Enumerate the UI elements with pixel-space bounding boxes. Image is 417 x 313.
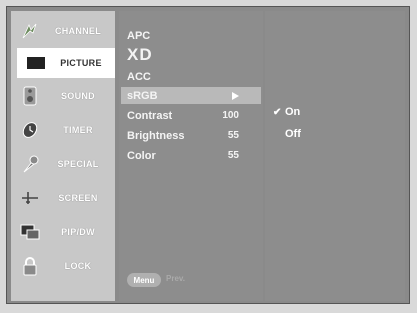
menu-button[interactable]: Menu	[127, 273, 161, 287]
menu-item-xd[interactable]: XD	[127, 45, 257, 65]
special-icon	[19, 154, 41, 174]
menu-item-label: XD	[127, 45, 153, 64]
menu-item-contrast[interactable]: Contrast 100	[127, 107, 257, 124]
menu-item-acc[interactable]: ACC	[127, 68, 257, 85]
menu-item-value: 100	[222, 110, 239, 121]
menu-item-label: Contrast	[127, 109, 173, 122]
channel-icon	[19, 21, 41, 41]
sidebar-item-sound[interactable]: SOUND	[11, 81, 115, 111]
sidebar-item-label: PIP/DW	[61, 227, 95, 237]
sidebar-item-label: SOUND	[60, 91, 95, 101]
menu-item-label: APC	[127, 29, 151, 42]
option-on[interactable]: ✔ On	[273, 104, 393, 120]
sidebar-item-screen[interactable]: SCREEN	[11, 183, 115, 213]
menu-item-label: Color	[127, 149, 156, 162]
option-label: On	[285, 106, 301, 118]
tv-menu-screen: CHANNEL PICTURE SOUND TIMER SPECIAL SCRE…	[6, 6, 410, 304]
sidebar-item-label: TIMER	[63, 125, 93, 135]
sidebar-item-timer[interactable]: TIMER	[11, 115, 115, 145]
sidebar: CHANNEL PICTURE SOUND TIMER SPECIAL SCRE…	[11, 11, 115, 301]
arrow-right-icon	[232, 92, 239, 100]
timer-icon	[19, 120, 41, 140]
sound-icon	[19, 86, 41, 106]
pip-icon	[19, 222, 41, 242]
sidebar-item-pipdw[interactable]: PIP/DW	[11, 217, 115, 247]
picture-icon	[25, 53, 47, 73]
sidebar-item-label: SCREEN	[58, 193, 98, 203]
option-label: Off	[285, 128, 301, 140]
sidebar-item-special[interactable]: SPECIAL	[11, 149, 115, 179]
footer-hint: Prev.	[166, 274, 185, 283]
menu-item-value: 55	[227, 150, 239, 161]
menu-item-label: Brightness	[127, 129, 185, 142]
option-off[interactable]: Off	[273, 126, 393, 142]
menu-item-brightness[interactable]: Brightness 55	[127, 127, 257, 144]
check-icon: ✔	[273, 106, 282, 118]
srgb-submenu: ✔ On Off	[265, 11, 405, 301]
menu-item-apc[interactable]: APC	[127, 27, 257, 44]
sidebar-item-label: CHANNEL	[54, 26, 102, 36]
screen-icon	[19, 188, 41, 208]
picture-menu: APC XD ACC sRGB Contrast 100 Brightness …	[119, 11, 263, 301]
sidebar-item-label: SPECIAL	[57, 159, 99, 169]
sidebar-item-picture[interactable]: PICTURE	[17, 48, 115, 78]
sidebar-item-channel[interactable]: CHANNEL	[11, 16, 115, 46]
menu-item-label: ACC	[127, 70, 151, 83]
lock-icon	[19, 256, 41, 276]
menu-item-label: sRGB	[127, 89, 158, 102]
sidebar-item-label: PICTURE	[60, 58, 102, 68]
menu-item-srgb[interactable]: sRGB	[121, 87, 261, 104]
sidebar-item-lock[interactable]: LOCK	[11, 251, 115, 281]
menu-item-color[interactable]: Color 55	[127, 147, 257, 164]
sidebar-item-label: LOCK	[64, 261, 92, 271]
menu-item-value: 55	[227, 130, 239, 141]
